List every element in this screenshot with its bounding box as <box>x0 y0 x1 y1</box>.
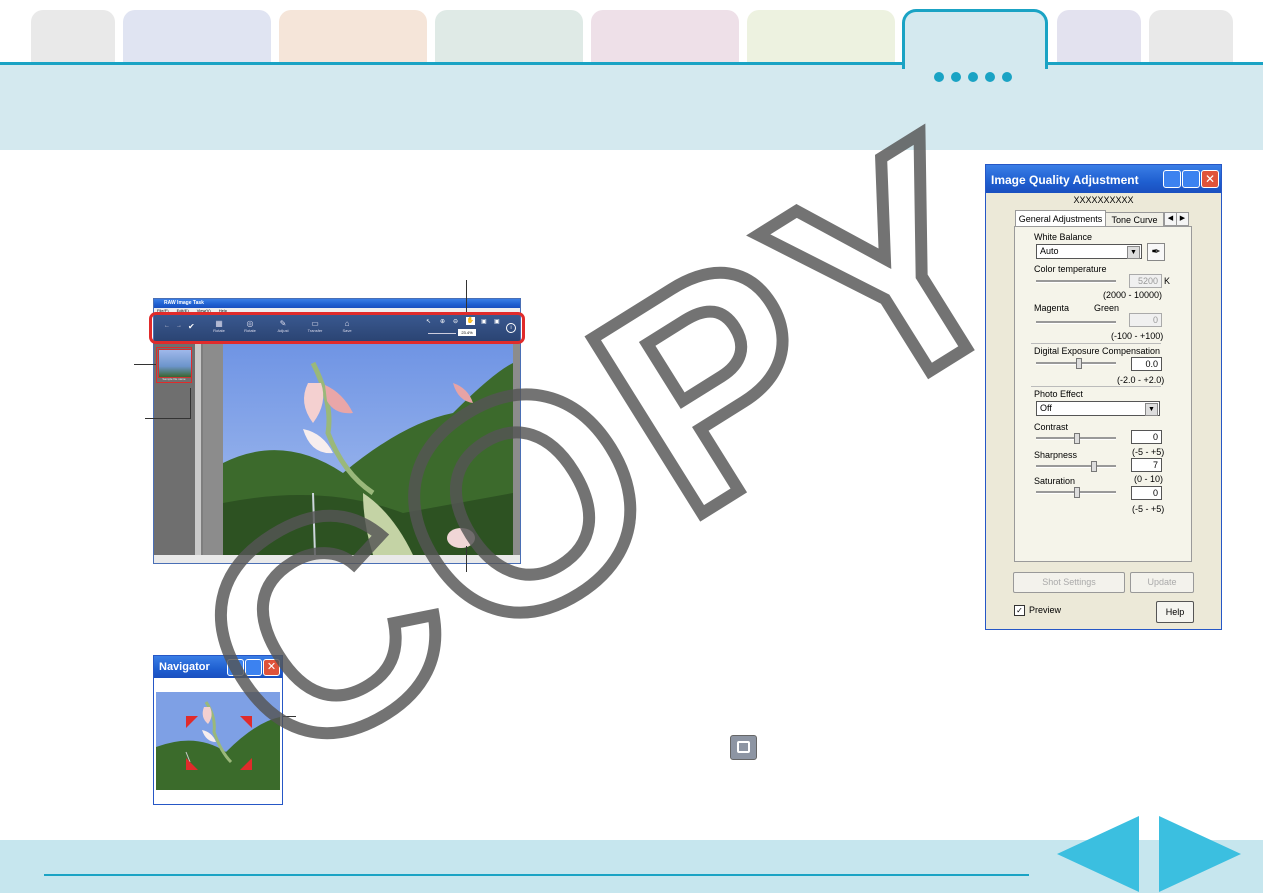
navigator-frame-br[interactable] <box>240 758 252 770</box>
dec-field[interactable]: 0.0 <box>1131 357 1162 371</box>
contrast-label: Contrast <box>1034 422 1069 432</box>
nav-dots <box>934 72 1024 82</box>
iqa-close-icon[interactable]: ✕ <box>1201 170 1219 188</box>
top-tab-active[interactable] <box>902 9 1048 69</box>
sharpness-slider-thumb[interactable] <box>1091 461 1097 472</box>
sharpness-field[interactable]: 7 <box>1131 458 1162 472</box>
callout-scroll-h <box>145 418 190 419</box>
dec-label: Digital Exposure Compensation <box>1034 346 1161 356</box>
top-tab-1[interactable] <box>31 10 115 66</box>
navigator-photo <box>156 692 280 790</box>
fit-window-icon <box>730 735 757 760</box>
top-tab-6[interactable] <box>747 10 895 66</box>
navigator-frame-tl[interactable] <box>186 716 198 728</box>
navigator-frame-tr[interactable] <box>240 716 252 728</box>
color-temp-unit: K <box>1164 276 1171 286</box>
magenta-field: 0 <box>1129 313 1162 327</box>
top-tab-3[interactable] <box>279 10 427 66</box>
saturation-range: (-5 - +5) <box>1132 504 1165 514</box>
top-tab-8[interactable] <box>1149 10 1233 66</box>
top-tab-7[interactable] <box>1057 10 1141 66</box>
dec-range: (-2.0 - +2.0) <box>1117 375 1165 385</box>
nav-dot <box>951 72 961 82</box>
magenta-green-slider <box>1036 321 1116 324</box>
prev-page-icon[interactable] <box>1055 815 1141 893</box>
color-temp-slider <box>1036 280 1116 283</box>
navigator-preview <box>156 692 280 790</box>
preview-label: Preview <box>1029 605 1062 615</box>
shot-settings-button[interactable]: Shot Settings <box>1013 572 1125 593</box>
dropdown-arrow-icon: ▼ <box>1127 246 1140 259</box>
iqa-minimize-icon[interactable] <box>1163 170 1181 188</box>
callout-thumb <box>134 364 156 365</box>
separator-1 <box>1031 343 1161 344</box>
tab-scroll-right-icon[interactable]: ▶ <box>1176 212 1189 226</box>
magenta-label: Magenta <box>1034 303 1070 313</box>
header-line-left <box>0 62 904 65</box>
nav-dot <box>1002 72 1012 82</box>
navigator-frame-bl[interactable] <box>186 758 198 770</box>
close-icon[interactable]: ✕ <box>263 659 280 676</box>
footer-line <box>44 874 1029 876</box>
dec-slider[interactable] <box>1036 358 1116 369</box>
photo-effect-label: Photo Effect <box>1034 389 1083 399</box>
white-balance-label: White Balance <box>1034 232 1093 242</box>
contrast-range: (-5 - +5) <box>1132 447 1165 457</box>
saturation-slider[interactable] <box>1036 487 1116 498</box>
navigator-title: Navigator <box>159 661 210 673</box>
iqa-maximize-icon[interactable] <box>1182 170 1200 188</box>
sharpness-range: (0 - 10) <box>1134 474 1164 484</box>
main-window-title: RAW Image Task <box>164 300 204 306</box>
nav-dot <box>934 72 944 82</box>
separator-2 <box>1031 386 1161 387</box>
dec-slider-thumb[interactable] <box>1076 358 1082 369</box>
iqa-title: Image Quality Adjustment <box>991 173 1139 187</box>
update-button[interactable]: Update <box>1130 572 1194 593</box>
help-button[interactable]: Help <box>1156 601 1194 623</box>
eyedropper-icon[interactable]: ✒ <box>1147 243 1165 261</box>
callout-image <box>466 546 467 572</box>
color-temp-field: 5200 <box>1129 274 1162 288</box>
toolbar-highlight <box>149 312 525 344</box>
minimize-icon[interactable] <box>227 659 244 676</box>
color-temp-range: (2000 - 10000) <box>1103 290 1163 300</box>
header-line-right <box>1048 62 1263 65</box>
iqa-file-label: XXXXXXXXXX <box>1073 195 1134 205</box>
sharpness-slider[interactable] <box>1036 461 1116 472</box>
nav-dot <box>968 72 978 82</box>
photo-effect-arrow-icon: ▼ <box>1145 403 1158 416</box>
image-view <box>203 343 520 555</box>
magenta-range: (-100 - +100) <box>1111 331 1164 341</box>
white-balance-select[interactable]: Auto ▼ <box>1036 244 1142 259</box>
saturation-slider-thumb[interactable] <box>1074 487 1080 498</box>
contrast-slider-thumb[interactable] <box>1074 433 1080 444</box>
callout-toolbar <box>466 280 467 312</box>
top-tab-4[interactable] <box>435 10 583 66</box>
photo-effect-select[interactable]: Off ▼ <box>1036 401 1160 416</box>
saturation-field[interactable]: 0 <box>1131 486 1162 500</box>
contrast-slider[interactable] <box>1036 433 1116 444</box>
preview-checkbox[interactable]: ✓ <box>1014 605 1025 616</box>
saturation-label: Saturation <box>1034 476 1076 486</box>
maximize-icon[interactable] <box>245 659 262 676</box>
iqa-window: Image Quality Adjustment ✕ XXXXXXXXXX Ge… <box>985 164 1222 630</box>
contrast-field[interactable]: 0 <box>1131 430 1162 444</box>
callout-scroll-v <box>190 388 191 419</box>
green-label: Green <box>1094 303 1120 313</box>
header-band <box>0 64 1263 150</box>
sharpness-label: Sharpness <box>1034 450 1078 460</box>
color-temp-label: Color temperature <box>1034 264 1107 274</box>
next-page-icon[interactable] <box>1157 815 1243 893</box>
top-tab-5[interactable] <box>591 10 739 66</box>
navigator-window: Navigator ✕ <box>153 655 283 805</box>
top-tab-2[interactable] <box>123 10 271 66</box>
flower-photo <box>223 343 513 555</box>
thumb-highlight <box>156 347 192 383</box>
thumbnail-scrollbar[interactable] <box>195 343 201 555</box>
nav-dot <box>985 72 995 82</box>
